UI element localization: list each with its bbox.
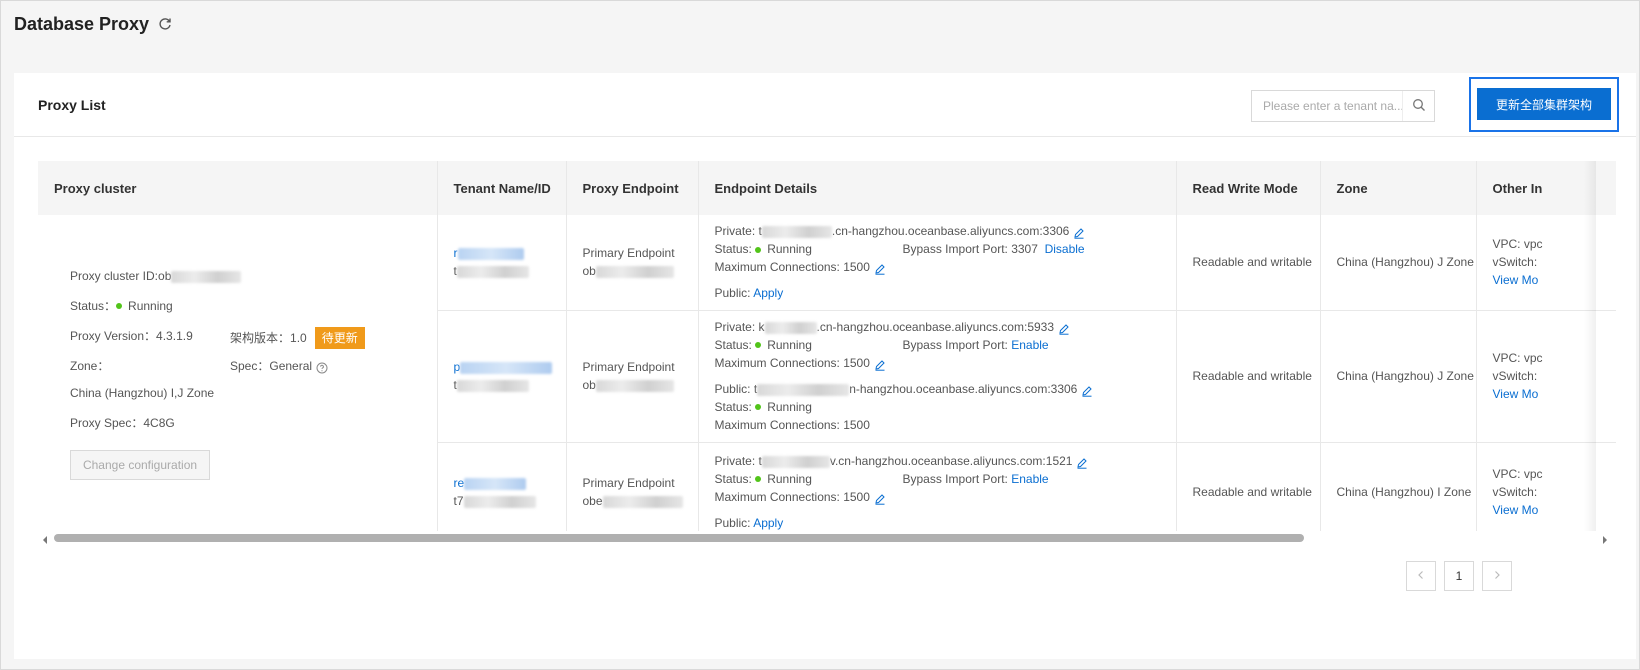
proxy-table-wrapper: Proxy cluster Tenant Name/ID Proxy Endpo… bbox=[38, 161, 1616, 559]
help-icon[interactable] bbox=[316, 361, 328, 374]
view-more-link[interactable]: View Mo bbox=[1493, 387, 1539, 401]
tenant-name-link[interactable]: r bbox=[454, 246, 458, 260]
column-header-endpoint-details: Endpoint Details bbox=[698, 161, 1177, 215]
tenant-name-link[interactable]: p bbox=[454, 360, 461, 374]
column-header-tenant: Tenant Name/ID bbox=[437, 161, 567, 215]
zone-cell: China (Hangzhou) I Zone bbox=[1320, 442, 1477, 543]
cluster-zone-value: China (Hangzhou) I,J Zone bbox=[70, 386, 215, 400]
pending-update-badge: 待更新 bbox=[314, 327, 365, 349]
edit-icon[interactable] bbox=[1073, 226, 1085, 239]
column-header-zone: Zone bbox=[1320, 161, 1477, 215]
scroll-left-arrow-icon[interactable] bbox=[40, 533, 50, 544]
cluster-proxy-spec: Proxy Spec：4C8G bbox=[70, 416, 175, 430]
tenant-name-link[interactable]: re bbox=[454, 476, 465, 490]
column-header-read-write-mode: Read Write Mode bbox=[1176, 161, 1321, 215]
next-page-button[interactable] bbox=[1482, 561, 1512, 591]
edit-icon[interactable] bbox=[874, 262, 886, 275]
table-row: Proxy cluster ID:ob Status： Running Proxy… bbox=[38, 215, 1616, 543]
update-all-cluster-architecture-button[interactable]: 更新全部集群架构 bbox=[1477, 88, 1611, 120]
zone-cell: China (Hangzhou) J Zone bbox=[1320, 310, 1477, 443]
column-header-other-info: Other In bbox=[1476, 161, 1616, 215]
bypass-enable-link[interactable]: Enable bbox=[1011, 336, 1048, 354]
cluster-status: Status： Running bbox=[70, 299, 173, 313]
endpoint-details-cell: Private: k .cn-hangzhou.oceanbase.aliyunc… bbox=[698, 310, 1177, 443]
horizontal-scrollbar[interactable] bbox=[38, 531, 1616, 545]
read-write-mode-cell: Readable and writable bbox=[1176, 442, 1321, 543]
chevron-right-icon bbox=[1492, 569, 1502, 583]
prev-page-button[interactable] bbox=[1406, 561, 1436, 591]
proxy-endpoint-cell: Primary Endpoint ob bbox=[566, 310, 699, 443]
tenant-cell: r t bbox=[437, 215, 567, 311]
public-apply-link[interactable]: Apply bbox=[753, 516, 783, 530]
scrollbar-thumb[interactable] bbox=[54, 534, 1304, 542]
search-box bbox=[1251, 90, 1435, 122]
cluster-version-row: Proxy Version：4.3.1.9 架构版本：1.0 待更新 bbox=[70, 327, 436, 349]
public-apply-link[interactable]: Apply bbox=[753, 286, 783, 300]
view-more-link[interactable]: View Mo bbox=[1493, 503, 1539, 517]
table-header-row: Proxy cluster Tenant Name/ID Proxy Endpo… bbox=[38, 161, 1616, 215]
app-frame: Database Proxy Proxy List 更新全部集群架构 bbox=[0, 0, 1640, 670]
page-title: Database Proxy bbox=[14, 13, 150, 34]
edit-icon[interactable] bbox=[1076, 456, 1088, 469]
read-write-mode-cell: Readable and writable bbox=[1176, 310, 1321, 443]
search-button[interactable] bbox=[1402, 91, 1434, 121]
panel-header: Proxy List 更新全部集群架构 bbox=[14, 73, 1636, 137]
tenant-cell: p t bbox=[437, 310, 567, 443]
edit-icon[interactable] bbox=[1081, 384, 1093, 397]
panel-title: Proxy List bbox=[38, 97, 106, 113]
proxy-table: Proxy cluster Tenant Name/ID Proxy Endpo… bbox=[38, 161, 1616, 543]
endpoint-details-cell: Private: t v.cn-hangzhou.oceanbase.aliyun… bbox=[698, 442, 1177, 543]
read-write-mode-cell: Readable and writable bbox=[1176, 215, 1321, 311]
running-status-dot bbox=[116, 303, 123, 310]
chevron-left-icon bbox=[1416, 569, 1426, 583]
edit-icon[interactable] bbox=[874, 358, 886, 371]
column-header-proxy-endpoint: Proxy Endpoint bbox=[566, 161, 699, 215]
bypass-enable-link[interactable]: Enable bbox=[1011, 470, 1048, 488]
view-more-link[interactable]: View Mo bbox=[1493, 273, 1539, 287]
bypass-disable-link[interactable]: Disable bbox=[1045, 240, 1085, 258]
proxy-endpoint-cell: Primary Endpoint ob bbox=[566, 215, 699, 311]
zone-cell: China (Hangzhou) J Zone bbox=[1320, 215, 1477, 311]
proxy-cluster-cell: Proxy cluster ID:ob Status： Running Proxy… bbox=[38, 215, 438, 543]
page-header: Database Proxy bbox=[14, 11, 173, 37]
column-header-proxy-cluster: Proxy cluster bbox=[38, 161, 438, 215]
cluster-zone-spec-row: Zone： Spec：General bbox=[70, 357, 436, 375]
other-info-cell: VPC: vpc vSwitch: View Mo bbox=[1476, 310, 1616, 443]
cluster-id: Proxy cluster ID:ob bbox=[70, 267, 436, 285]
tenant-search-input[interactable] bbox=[1252, 91, 1402, 121]
refresh-icon[interactable] bbox=[157, 16, 173, 32]
search-icon bbox=[1412, 98, 1426, 115]
other-info-cell: VPC: vpc vSwitch: View Mo bbox=[1476, 442, 1616, 543]
change-configuration-button[interactable]: Change configuration bbox=[70, 450, 210, 480]
pagination: 1 bbox=[1406, 561, 1512, 591]
proxy-endpoint-cell: Primary Endpoint obe bbox=[566, 442, 699, 543]
tenant-cell: re t7 bbox=[437, 442, 567, 543]
other-info-cell: VPC: vpc vSwitch: View Mo bbox=[1476, 215, 1616, 311]
scroll-right-arrow-icon[interactable] bbox=[1600, 533, 1610, 544]
edit-icon[interactable] bbox=[1058, 322, 1070, 335]
edit-icon[interactable] bbox=[874, 492, 886, 505]
endpoint-details-cell: Private: t .cn-hangzhou.oceanbase.aliyunc… bbox=[698, 215, 1177, 311]
proxy-list-panel: Proxy List 更新全部集群架构 Proxy cluste bbox=[14, 73, 1636, 659]
page-number-button[interactable]: 1 bbox=[1444, 561, 1474, 591]
